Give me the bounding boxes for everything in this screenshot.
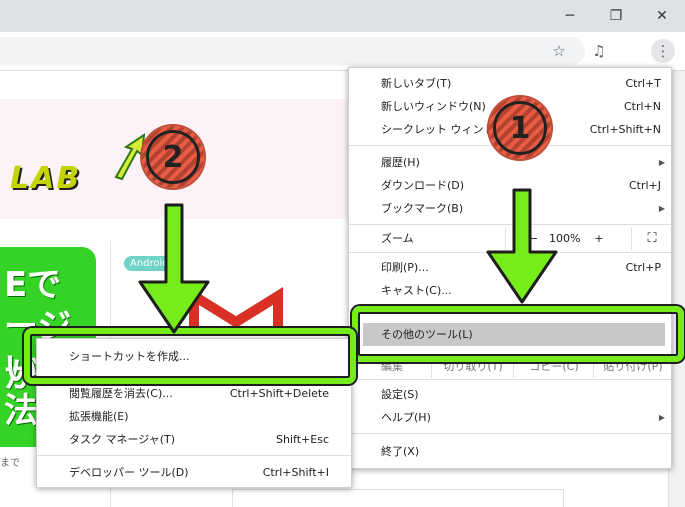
step-2-marker: 2	[142, 126, 204, 188]
arrow-down-icon	[138, 203, 210, 334]
arrow-down-icon	[486, 188, 558, 304]
annotation-arrows	[138, 188, 558, 334]
step-number: 2	[146, 130, 200, 184]
step-number: 1	[493, 101, 547, 155]
step-1-marker: 1	[489, 97, 551, 159]
